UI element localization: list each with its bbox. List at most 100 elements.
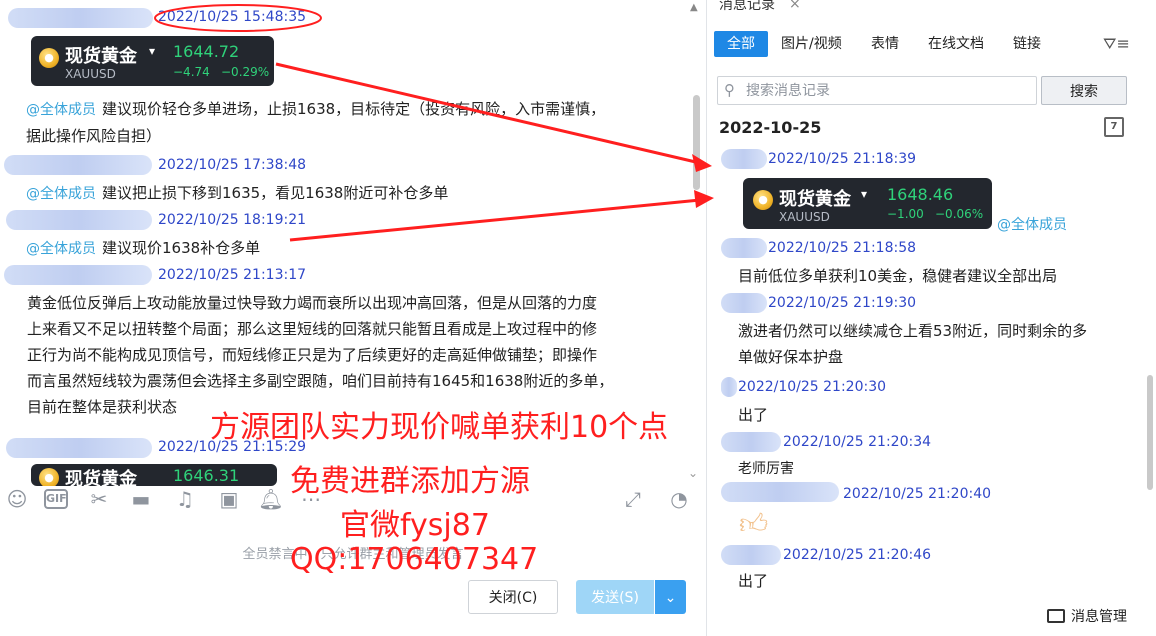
sender-name-blurred <box>721 432 781 452</box>
record-timestamp: 2022/10/25 21:20:34 <box>783 434 932 450</box>
sender-name-blurred <box>721 545 781 565</box>
date-header: 2022-10-25 <box>719 118 822 137</box>
quote-change-percent: −0.06% <box>935 207 984 221</box>
search-icon: ⚲ <box>724 81 735 99</box>
tab-all[interactable]: 全部 <box>714 31 768 57</box>
search-box[interactable]: ⚲ <box>717 76 1037 105</box>
record-text: 老师厉害 <box>738 461 794 477</box>
tab-online-docs[interactable]: 在线文档 <box>928 31 984 57</box>
quote-change: −4.74 <box>173 65 210 79</box>
gold-quote-card[interactable]: ● 现货黄金 ▾ XAUUSD 1644.72 −4.74 −0.29% <box>31 36 274 86</box>
gold-quote-card[interactable]: ● 现货黄金 ▾ XAUUSD 1648.46 −1.00 −0.06% <box>743 178 992 229</box>
record-text-line: 激进者仍然可以继续减仓上看53附近，同时剩余的多 <box>738 322 1088 340</box>
sender-name-blurred <box>4 265 152 285</box>
quote-name: 现货黄金 <box>65 469 137 486</box>
folder-icon[interactable]: ▬ <box>128 486 154 512</box>
record-text: 出了 <box>738 406 769 424</box>
message-timestamp: 2022/10/25 18:19:21 <box>158 212 307 228</box>
gold-coin-icon: ● <box>753 190 773 210</box>
gif-icon[interactable]: GIF <box>44 489 68 509</box>
tab-links[interactable]: 链接 <box>1013 31 1041 57</box>
search-button[interactable]: 搜索 <box>1041 76 1127 105</box>
message-text: 据此操作风险自担） <box>26 127 162 145</box>
chat-app: 2022/10/25 15:48:35 ● 现货黄金 ▾ XAUUSD 1644… <box>0 0 1156 636</box>
tab-stickers[interactable]: 表情 <box>871 31 899 57</box>
search-input[interactable] <box>746 81 1031 101</box>
record-text-line: 单做好保本护盘 <box>738 348 844 366</box>
record-timestamp: 2022/10/25 21:20:30 <box>738 379 887 395</box>
panel-scrollbar[interactable] <box>1147 375 1153 490</box>
expand-icon[interactable]: ⤢ <box>620 486 646 512</box>
sender-name-blurred <box>4 155 152 175</box>
quote-symbol: XAUUSD <box>65 67 116 81</box>
promo-line: QQ:1706407347 <box>290 542 539 577</box>
scissors-icon[interactable]: ✂ <box>86 486 112 512</box>
message-timestamp: 2022/10/25 17:38:48 <box>158 157 307 173</box>
send-button[interactable]: 发送(S) <box>576 580 654 614</box>
chat-scrollbar[interactable] <box>693 95 700 190</box>
chat-message: @全体成员 建议把止损下移到1635，看见1638附近可补仓多单 <box>26 180 686 207</box>
message-text: 建议把止损下移到1635，看见1638附近可补仓多单 <box>102 184 449 202</box>
message-timestamp: 2022/10/25 21:13:17 <box>158 267 307 283</box>
message-record-panel: 消息记录 × 全部 图片/视频 表情 在线文档 链接 ⛛≡ ⚲ 搜索 2022-… <box>706 0 1156 636</box>
promo-line: 免费进群添加方源 <box>290 464 530 499</box>
record-text: 激进者仍然可以继续减仓上看53附近，同时剩余的多 单做好保本护盘 <box>738 318 1143 370</box>
mention-all[interactable]: @全体成员 <box>997 214 1067 234</box>
message-manage-button[interactable]: 消息管理 <box>1047 606 1127 626</box>
image-icon[interactable]: ▣ <box>216 486 242 512</box>
gold-quote-card[interactable]: ● 现货黄金 1646.31 <box>31 464 277 486</box>
message-text: 建议现价1638补仓多单 <box>102 239 261 257</box>
message-line: 上来看又不足以扭转整个局面；那么这里短线的回落就只能暂且看成是上攻过程中的修 <box>27 320 598 338</box>
message-manage-label: 消息管理 <box>1071 609 1127 625</box>
chevron-down-icon: ▾ <box>149 44 156 58</box>
mention-all[interactable]: @全体成员 <box>26 186 96 202</box>
tab-media[interactable]: 图片/视频 <box>781 31 842 57</box>
bell-icon[interactable]: 🔔︎ <box>258 486 284 512</box>
quote-symbol: XAUUSD <box>779 210 830 224</box>
chat-message: @全体成员 建议现价1638补仓多单 <box>26 235 686 262</box>
sender-name-blurred <box>8 8 153 28</box>
record-timestamp: 2022/10/25 21:18:58 <box>768 240 917 256</box>
message-text: 建议现价轻仓多单进场，止损1638，目标待定（投资有风险，入市需谨慎， <box>102 100 606 118</box>
record-text: 出了 <box>738 572 769 590</box>
quote-name: 现货黄金 <box>65 46 137 67</box>
panel-title[interactable]: 消息记录 <box>719 0 775 14</box>
sender-name-blurred <box>6 210 152 230</box>
sender-name-blurred <box>721 238 767 258</box>
scroll-up-icon[interactable]: ▲ <box>690 2 698 13</box>
record-timestamp: 2022/10/25 21:18:39 <box>768 151 917 167</box>
emoji-icon[interactable]: ☺ <box>4 486 30 512</box>
sender-name-blurred <box>721 149 767 169</box>
gold-coin-icon: ● <box>39 48 59 68</box>
quote-price: 1646.31 <box>173 466 240 485</box>
message-line: 而言虽然短线较为震荡但会选择主多副空跟随，咱们目前持有1645和1638附近的多… <box>27 372 614 390</box>
music-icon[interactable]: ♫ <box>172 486 198 512</box>
sender-name-blurred <box>721 482 839 502</box>
filter-icon[interactable]: ⛛≡ <box>1103 34 1130 54</box>
close-icon[interactable]: × <box>789 0 801 12</box>
mention-all[interactable]: @全体成员 <box>26 241 96 257</box>
message-line: 正行为尚不能构成见顶信号，而短线修正只是为了后续更好的走高延伸做铺垫；即操作 <box>27 346 598 364</box>
promo-line: 官微fysj87 <box>340 508 490 543</box>
message-line: 黄金低位反弹后上攻动能放量过快导致力竭而衰所以出现冲高回落，但是从回落的力度 <box>27 294 598 312</box>
thumbs-up-emoji-icon: 👍︎ <box>739 507 769 540</box>
record-timestamp: 2022/10/25 21:19:30 <box>768 295 917 311</box>
chevron-down-icon: ▾ <box>861 187 868 201</box>
record-timestamp: 2022/10/25 21:20:46 <box>783 547 932 563</box>
quote-price: 1644.72 <box>173 42 240 61</box>
send-options-chevron-icon[interactable]: ⌄ <box>655 580 686 614</box>
sender-name-blurred <box>721 293 767 313</box>
record-timestamp: 2022/10/25 21:20:40 <box>843 486 992 502</box>
gold-coin-icon: ● <box>39 468 59 486</box>
calendar-icon[interactable]: 7 <box>1104 117 1124 137</box>
chevron-down-icon[interactable]: ⌄ <box>688 466 698 480</box>
history-clock-icon[interactable]: ◔ <box>666 486 692 512</box>
mention-all[interactable]: @全体成员 <box>26 102 96 118</box>
close-button[interactable]: 关闭(C) <box>468 580 558 614</box>
quote-name: 现货黄金 <box>779 189 851 210</box>
promo-line: 方源团队实力现价喊单获利10个点 <box>210 410 669 445</box>
quote-price: 1648.46 <box>887 185 954 204</box>
message-timestamp: 2022/10/25 15:48:35 <box>158 9 307 25</box>
quote-change-percent: −0.29% <box>221 65 270 79</box>
sender-name-blurred <box>721 377 737 397</box>
